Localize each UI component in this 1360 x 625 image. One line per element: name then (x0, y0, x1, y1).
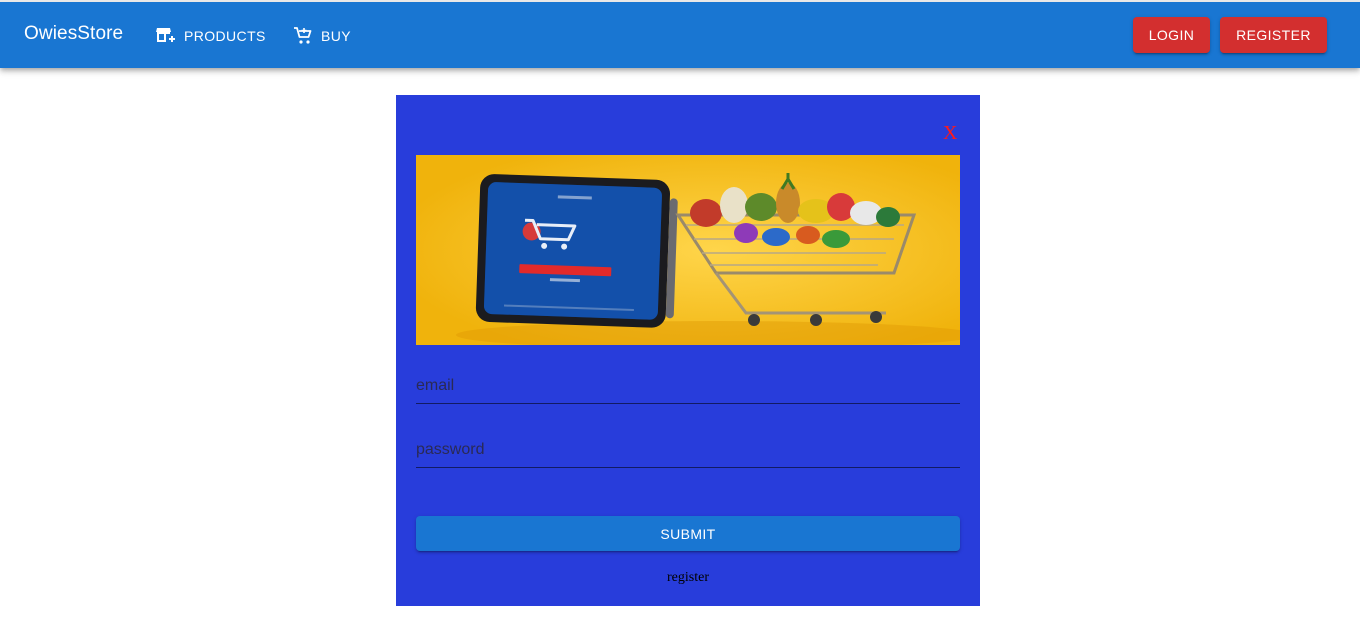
submit-button[interactable]: SUBMIT (416, 516, 960, 551)
products-nav-button[interactable]: PRODUCTS (156, 24, 266, 48)
login-button[interactable]: LOGIN (1133, 17, 1210, 53)
brand-title[interactable]: OwiesStore (24, 23, 123, 45)
password-input[interactable] (416, 441, 960, 459)
login-dialog: X email SUBMIT register (396, 95, 980, 606)
buy-nav-button[interactable]: BUY (293, 24, 351, 48)
register-link[interactable]: register (396, 570, 980, 586)
cart-icon (294, 27, 312, 44)
close-button[interactable]: X (943, 122, 957, 145)
products-nav-label: PRODUCTS (184, 28, 266, 44)
store-add-icon (156, 28, 175, 42)
register-button[interactable]: REGISTER (1220, 17, 1327, 53)
buy-nav-label: BUY (321, 28, 351, 44)
app-bar: OwiesStore PRODUCTS BUY LOGIN REGISTER (0, 0, 1360, 68)
hero-image (416, 155, 960, 345)
password-field (416, 420, 960, 468)
email-input[interactable] (416, 377, 960, 395)
email-field (416, 356, 960, 404)
phone-cart-illustration (416, 155, 960, 345)
